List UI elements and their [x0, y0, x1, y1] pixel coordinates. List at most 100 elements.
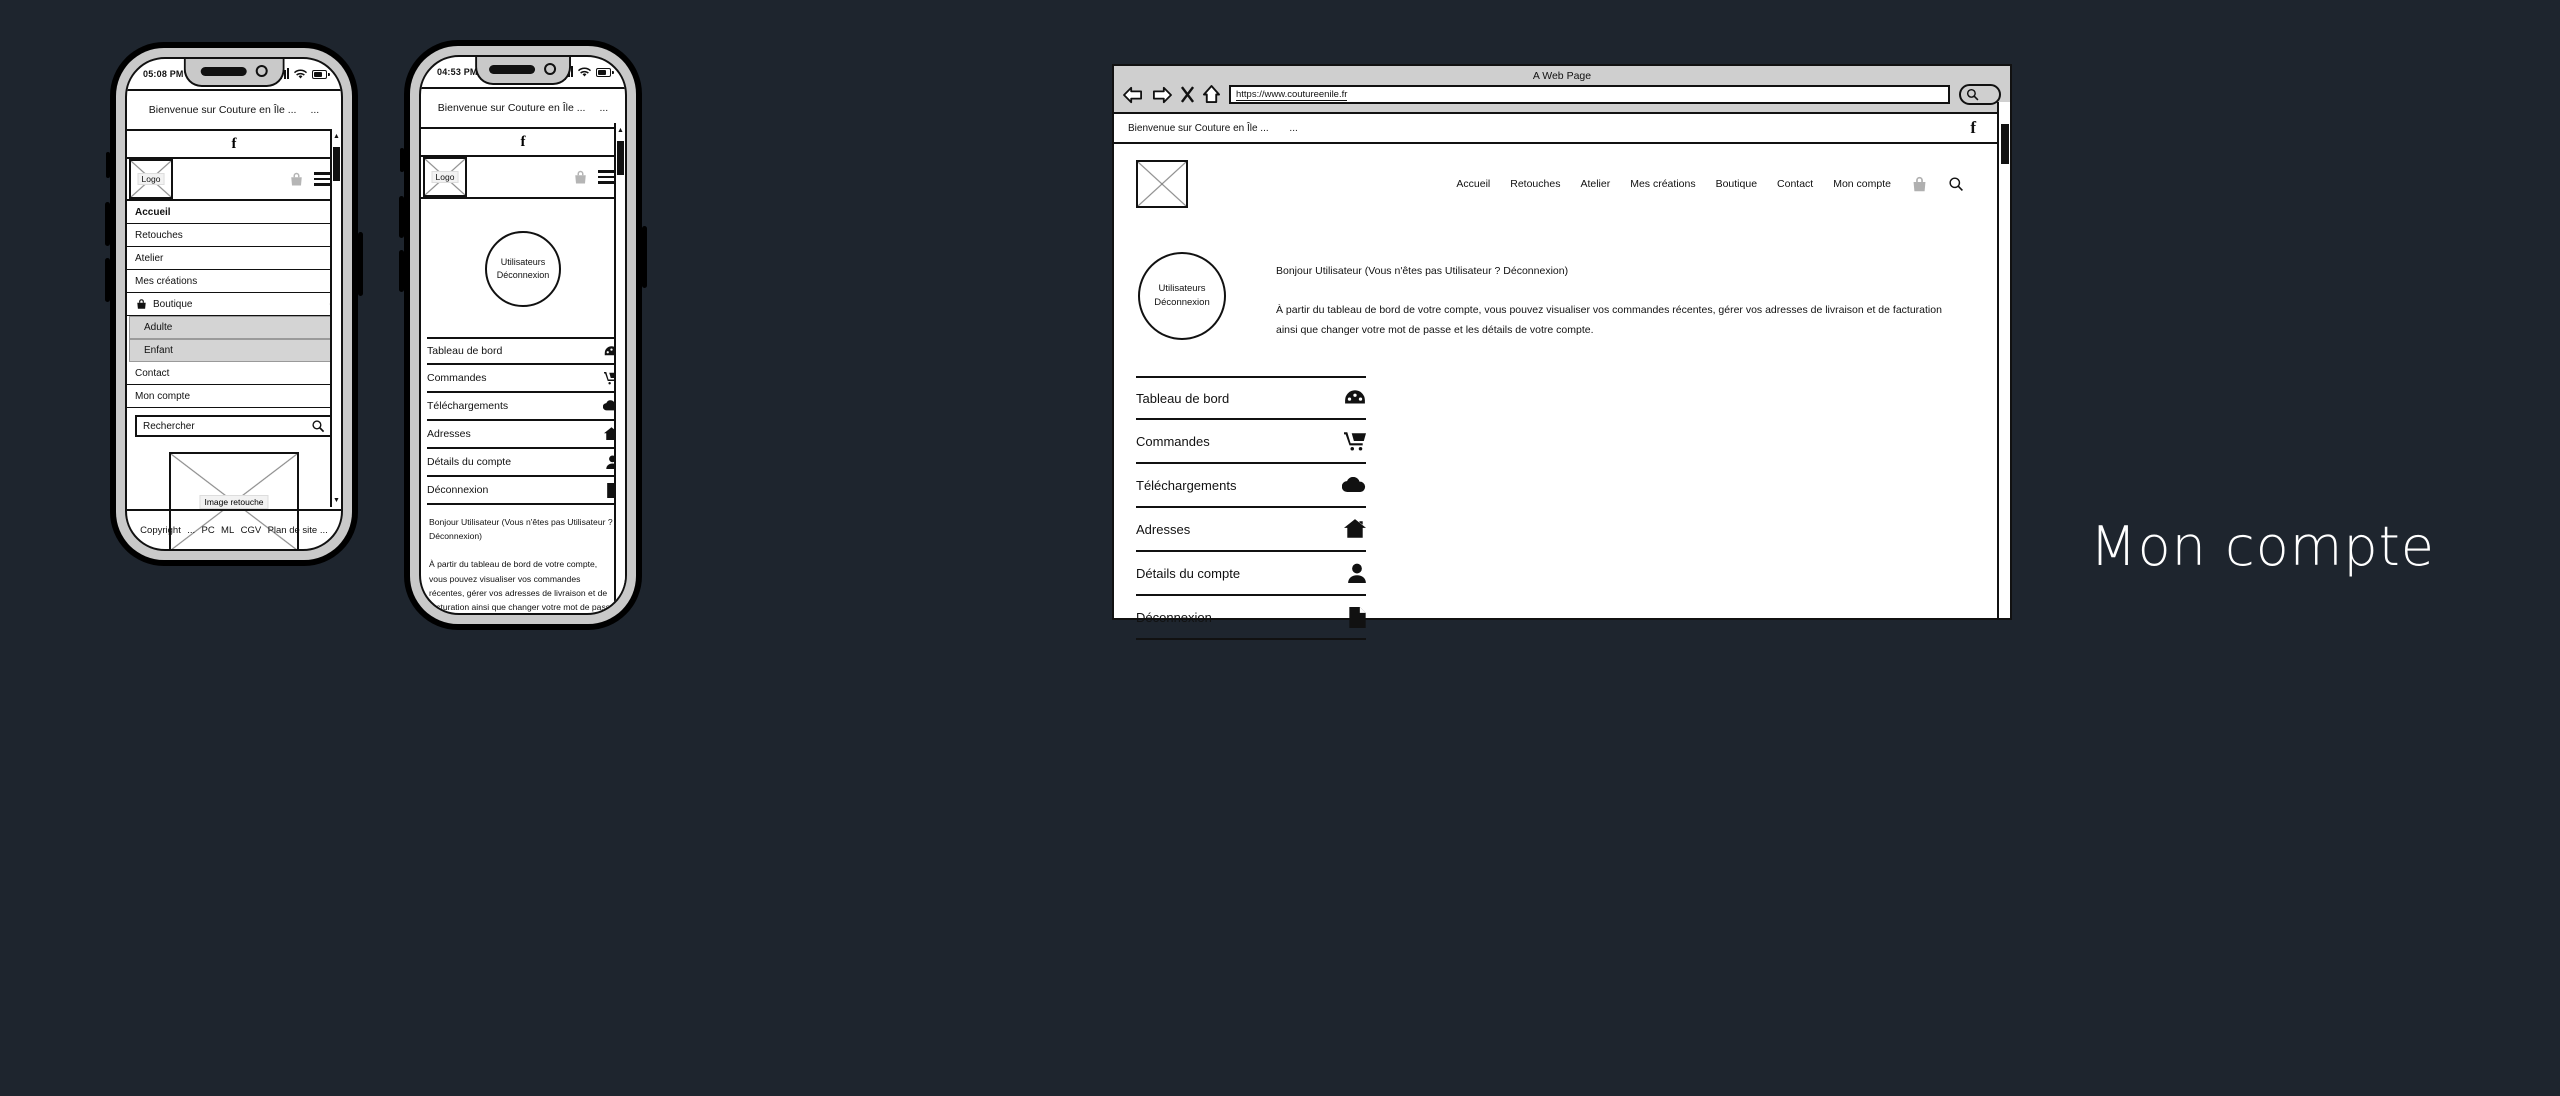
- menu-item-atelier[interactable]: Atelier: [127, 247, 341, 270]
- nav-item-accueil[interactable]: Accueil: [1456, 178, 1490, 190]
- user-avatar-circle[interactable]: Utilisateurs Déconnexion: [485, 231, 561, 307]
- account-item-commandes[interactable]: Commandes: [427, 365, 619, 393]
- browser-window-title: A Web Page: [1532, 70, 1592, 82]
- phone2-account-menu: Tableau de bord Commandes Téléchargement…: [421, 337, 625, 505]
- forward-arrow-icon[interactable]: [1152, 86, 1172, 104]
- search-placeholder: Rechercher: [143, 420, 195, 432]
- menu-item-boutique[interactable]: Boutique -: [127, 293, 341, 316]
- browser-chrome: A Web Page https://www.coutureenile.fr: [1114, 66, 2010, 114]
- account-item-adresses[interactable]: Adresses: [427, 421, 619, 449]
- footer-link-plan-de-site[interactable]: Plan de site ...: [268, 525, 328, 536]
- facebook-link[interactable]: f: [1970, 118, 1976, 138]
- shopping-cart-icon: [1344, 431, 1366, 451]
- account-item-telechargements[interactable]: Téléchargements: [427, 393, 619, 421]
- menu-label: Accueil: [135, 206, 171, 218]
- avatar-line-1: Utilisateurs: [1158, 282, 1206, 294]
- shopping-bag-icon[interactable]: [1911, 176, 1928, 193]
- menu-item-contact[interactable]: Contact: [127, 362, 341, 385]
- scroll-up-arrow-icon[interactable]: ▲: [616, 125, 625, 135]
- phone1-navbar: Logo: [127, 157, 341, 201]
- account-item-commandes[interactable]: Commandes: [1136, 420, 1366, 465]
- account-item-tableau-de-bord[interactable]: Tableau de bord: [427, 337, 619, 365]
- phone2-site-title-bar: Bienvenue sur Couture en Île ... ...: [421, 87, 625, 129]
- menu-item-mes-creations[interactable]: Mes créations: [127, 270, 341, 293]
- menu-item-retouches[interactable]: Retouches: [127, 224, 341, 247]
- phone-volume-up: [399, 196, 404, 238]
- account-item-label: Téléchargements: [427, 400, 509, 412]
- wireframe-canvas: 05:08 PM Bienvenue sur Couture en Île ..…: [0, 0, 2560, 1096]
- page-title: Mon compte: [2090, 515, 2436, 578]
- back-arrow-icon[interactable]: [1123, 86, 1143, 104]
- footer-link-ml[interactable]: ML: [221, 525, 234, 536]
- facebook-link[interactable]: f: [127, 131, 341, 157]
- scrollbar-thumb[interactable]: [333, 147, 340, 181]
- account-item-tableau-de-bord[interactable]: Tableau de bord: [1136, 376, 1366, 421]
- menu-label: Atelier: [135, 252, 164, 264]
- logo-label: Logo: [137, 173, 165, 185]
- nav-item-contact[interactable]: Contact: [1777, 178, 1813, 190]
- menu-label: Mes créations: [135, 275, 198, 287]
- home-icon[interactable]: [1203, 85, 1220, 104]
- site-title: Bienvenue sur Couture en Île ...: [437, 102, 586, 114]
- hamburger-menu-icon[interactable]: [314, 172, 331, 186]
- scroll-down-arrow-icon[interactable]: ▼: [616, 595, 625, 605]
- account-item-label: Détails du compte: [427, 456, 512, 468]
- address-bar[interactable]: https://www.coutureenile.fr: [1229, 85, 1950, 104]
- account-item-adresses[interactable]: Adresses: [1136, 508, 1366, 553]
- scrollbar-thumb[interactable]: [2001, 124, 2009, 164]
- footer-link-cgv[interactable]: CGV: [241, 525, 262, 536]
- menu-item-accueil[interactable]: Accueil: [127, 201, 341, 224]
- account-item-label: Adresses: [427, 428, 471, 440]
- phone2-scrollbar[interactable]: ▲ ▼: [614, 123, 625, 607]
- hamburger-menu-icon[interactable]: [598, 170, 615, 184]
- logo-label: Logo: [431, 171, 459, 183]
- account-item-label: Téléchargements: [1136, 477, 1237, 493]
- account-item-deconnexion[interactable]: Déconnexion: [427, 477, 619, 505]
- user-avatar-circle[interactable]: Utilisateurs Déconnexion: [1138, 252, 1226, 340]
- menu-label: Enfant: [144, 345, 173, 356]
- phone1-footer: Copyright ... PC ML CGV Plan de site ...: [127, 509, 341, 549]
- search-input[interactable]: Rechercher: [135, 415, 333, 437]
- phone1-scrollbar[interactable]: ▲ ▼: [330, 129, 341, 507]
- menu-subitem-adulte[interactable]: Adulte: [129, 316, 339, 339]
- account-item-deconnexion[interactable]: Déconnexion: [1136, 596, 1366, 641]
- account-item-details-du-compte[interactable]: Détails du compte: [427, 449, 619, 477]
- site-title: Bienvenue sur Couture en Île ...: [1128, 122, 1269, 134]
- browser-scrollbar[interactable]: [1997, 102, 2010, 618]
- speaker-grille: [200, 66, 247, 76]
- close-icon[interactable]: [1181, 86, 1194, 103]
- shopping-bag-icon[interactable]: [573, 170, 588, 185]
- phone-power-button: [642, 226, 647, 288]
- account-item-telechargements[interactable]: Téléchargements: [1136, 464, 1366, 509]
- facebook-link[interactable]: f: [421, 129, 625, 155]
- footer-link-pc[interactable]: PC: [201, 525, 214, 536]
- nav-item-mon-compte[interactable]: Mon compte: [1833, 178, 1891, 190]
- search-icon[interactable]: [311, 419, 325, 433]
- shopping-bag-icon: [137, 299, 146, 309]
- nav-item-mes-creations[interactable]: Mes créations: [1630, 178, 1695, 190]
- scroll-down-arrow-icon[interactable]: ▼: [332, 495, 341, 505]
- avatar-line-2: Déconnexion: [1154, 297, 1210, 308]
- search-icon[interactable]: [1948, 176, 1964, 192]
- search-icon[interactable]: [1966, 88, 1979, 101]
- nav-item-retouches[interactable]: Retouches: [1510, 178, 1560, 190]
- browser-search-box[interactable]: [1959, 84, 2001, 105]
- status-time: 05:08 PM: [143, 69, 184, 79]
- menu-item-mon-compte[interactable]: Mon compte: [127, 385, 341, 408]
- menu-subitem-enfant[interactable]: Enfant: [129, 339, 339, 362]
- nav-item-atelier[interactable]: Atelier: [1580, 178, 1610, 190]
- cloud-icon: [1342, 476, 1366, 494]
- scrollbar-thumb[interactable]: [617, 141, 624, 175]
- account-item-label: Commandes: [1136, 433, 1210, 449]
- site-title-ellipsis: ...: [310, 104, 320, 116]
- phone-notch: [183, 59, 285, 87]
- account-item-details-du-compte[interactable]: Détails du compte: [1136, 552, 1366, 597]
- account-item-label: Commandes: [427, 372, 487, 384]
- scroll-up-arrow-icon[interactable]: ▲: [332, 131, 341, 141]
- account-item-label: Déconnexion: [1136, 609, 1212, 625]
- nav-item-boutique[interactable]: Boutique: [1716, 178, 1757, 190]
- menu-label: Adulte: [144, 322, 173, 333]
- menu-label: Retouches: [135, 229, 183, 241]
- shopping-bag-icon[interactable]: [289, 172, 304, 187]
- browser-toolbar: https://www.coutureenile.fr: [1114, 84, 2010, 112]
